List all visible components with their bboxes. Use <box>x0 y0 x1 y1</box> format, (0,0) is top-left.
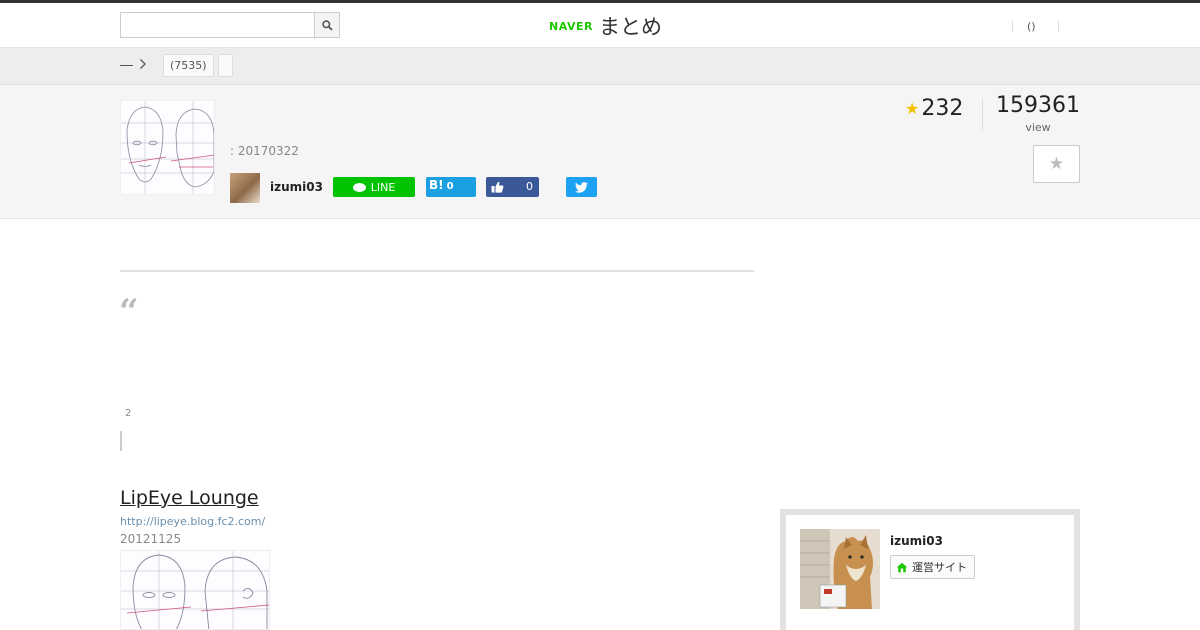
facebook-like-count: 0 <box>526 180 533 193</box>
face-sketch-image <box>121 551 269 629</box>
search-box <box>120 12 340 38</box>
naver-matome-logo[interactable]: NAVER まとめ <box>549 11 662 41</box>
breadcrumb-category-tag[interactable]: (7535) <box>163 54 214 77</box>
hatena-bookmark-count: 0 <box>446 181 454 192</box>
author-profile-name[interactable]: izumi03 <box>890 534 943 548</box>
logo-matome-text: まとめ <box>598 15 662 39</box>
link-image[interactable] <box>120 550 270 630</box>
search-input[interactable] <box>121 13 315 37</box>
search-icon <box>321 19 333 31</box>
link-title[interactable]: LipEye Lounge <box>120 487 259 509</box>
twitter-share-button[interactable] <box>566 177 597 197</box>
link-date: 20121125 <box>120 532 182 546</box>
author-avatar[interactable] <box>230 173 260 203</box>
page-number: 2 <box>125 408 132 419</box>
line-share-button[interactable]: LINE <box>333 177 415 197</box>
shiba-dog-photo <box>800 529 880 609</box>
publish-date: : 20170322 <box>230 144 299 158</box>
link-url[interactable]: http://lipeye.blog.fc2.com/ <box>120 515 265 528</box>
line-icon <box>352 182 366 192</box>
line-share-label: LINE <box>370 180 396 194</box>
section-divider <box>120 270 754 272</box>
star-icon: ★ <box>1048 154 1065 174</box>
face-sketch-image <box>121 101 214 194</box>
matome-summary: : 20170322 izumi03 LINE B! 0 0 ★ 232 1593… <box>0 85 1200 219</box>
add-favorite-button[interactable]: ★ <box>1033 145 1080 183</box>
author-profile-avatar[interactable] <box>800 529 880 609</box>
hatena-bookmark-icon: B! <box>429 178 444 192</box>
quote-icon: “ <box>119 292 139 332</box>
house-icon <box>896 562 908 572</box>
chevron-right-icon <box>139 58 147 74</box>
facebook-like-button[interactable]: 0 <box>486 177 539 197</box>
header-account-nav: () <box>1012 17 1059 35</box>
author-site-button[interactable]: 運営サイト <box>890 555 975 579</box>
hatena-bookmark-button[interactable]: B! 0 <box>426 177 476 197</box>
search-button[interactable] <box>314 13 339 37</box>
quote-bar <box>120 431 122 451</box>
star-icon: ★ <box>905 98 920 118</box>
breadcrumb-home-link[interactable] <box>120 65 133 66</box>
view-label: view <box>1025 121 1051 134</box>
logo-naver-text: NAVER <box>549 19 593 33</box>
favorite-count: 232 <box>921 95 964 121</box>
twitter-icon <box>575 181 588 193</box>
favorite-stats: ★ 232 <box>905 95 963 121</box>
author-name[interactable]: izumi03 <box>270 180 323 194</box>
breadcrumb-tag[interactable] <box>218 54 233 77</box>
author-site-label: 運営サイト <box>912 561 967 574</box>
view-count: 159361 <box>996 93 1080 118</box>
thumbs-up-icon <box>491 181 504 193</box>
breadcrumb: (7535) <box>0 48 1200 85</box>
header-divider <box>1057 20 1059 32</box>
matome-thumbnail[interactable] <box>120 100 215 195</box>
account-link[interactable]: () <box>1013 20 1058 33</box>
stats-divider <box>982 99 983 131</box>
author-profile-card: izumi03 運営サイト <box>780 509 1080 630</box>
site-header: NAVER まとめ () <box>0 3 1200 48</box>
